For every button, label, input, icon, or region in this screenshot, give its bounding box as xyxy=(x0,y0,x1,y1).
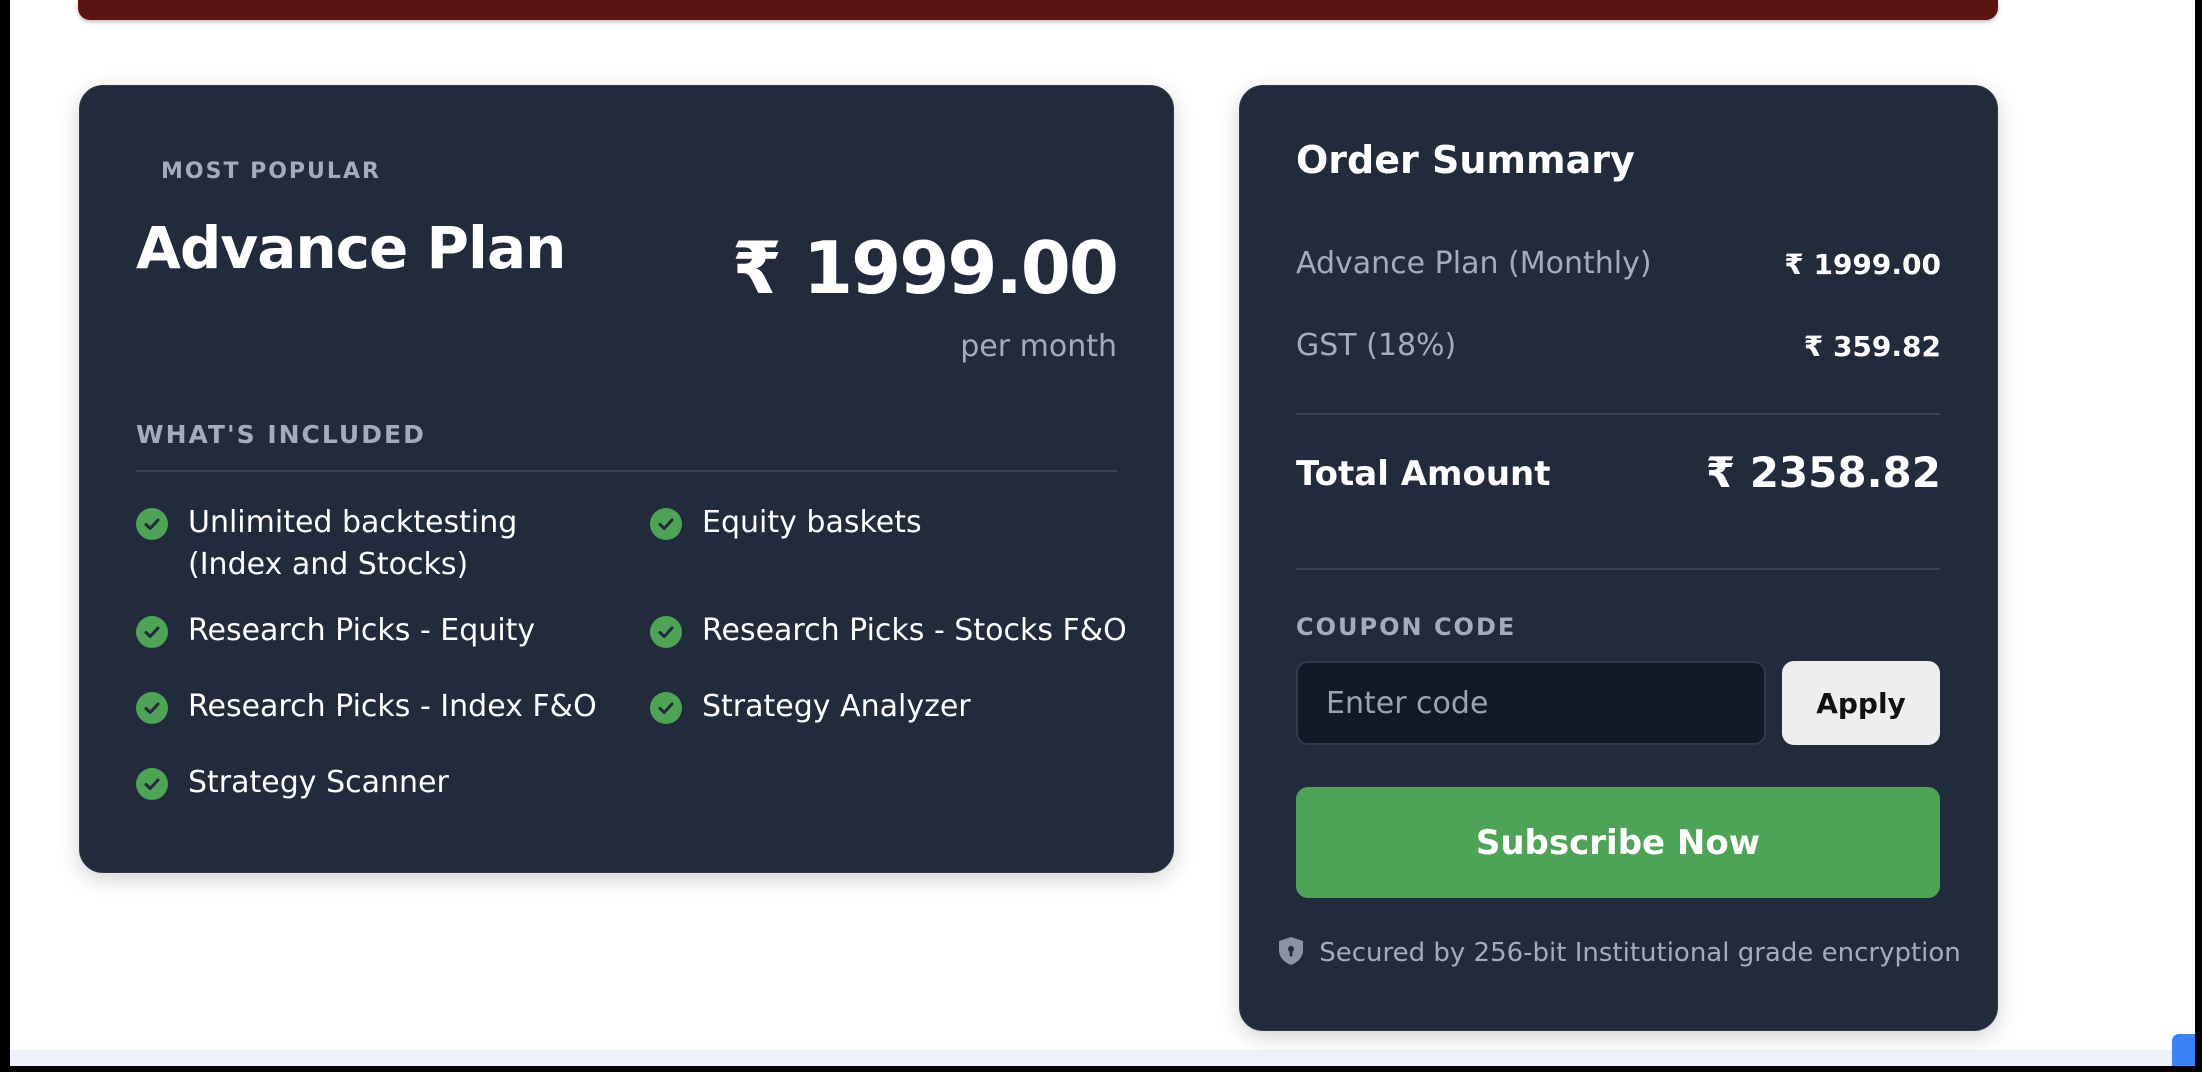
feature-label: Equity baskets xyxy=(702,505,922,540)
security-note: Secured by 256-bit Institutional grade e… xyxy=(1279,936,1961,970)
apply-coupon-button[interactable]: Apply xyxy=(1782,661,1940,745)
check-icon xyxy=(650,508,682,540)
feature-item: Research Picks - Equity xyxy=(136,610,606,652)
total-amount: ₹ 2358.82 xyxy=(1705,448,1941,497)
top-banner xyxy=(78,0,1998,20)
plan-price: ₹ 1999.00 xyxy=(731,226,1119,310)
bottom-border xyxy=(0,1066,2202,1072)
line-item-value: ₹ 1999.00 xyxy=(1784,248,1941,281)
feature-label: Strategy Analyzer xyxy=(702,689,971,724)
plan-card: MOST POPULAR Advance Plan ₹ 1999.00 per … xyxy=(79,85,1174,873)
feature-item: Unlimited backtesting (Index and Stocks) xyxy=(136,502,556,586)
line-item-label: Advance Plan (Monthly) xyxy=(1296,246,1652,281)
order-summary-card: Order Summary Advance Plan (Monthly) ₹ 1… xyxy=(1239,85,1998,1031)
feature-label: Unlimited backtesting (Index and Stocks) xyxy=(188,505,518,582)
feature-item: Research Picks - Stocks F&O xyxy=(650,610,1150,652)
coupon-input[interactable] xyxy=(1296,661,1766,745)
feature-label: Research Picks - Index F&O xyxy=(188,689,597,724)
feature-label: Research Picks - Stocks F&O xyxy=(702,613,1127,648)
whats-included-title: WHAT'S INCLUDED xyxy=(136,420,426,449)
coupon-label: COUPON CODE xyxy=(1296,613,1517,641)
check-icon xyxy=(136,692,168,724)
check-icon xyxy=(136,616,168,648)
feature-item: Research Picks - Index F&O xyxy=(136,686,626,728)
feature-item: Strategy Analyzer xyxy=(650,686,1120,728)
order-summary-title: Order Summary xyxy=(1296,138,1635,182)
feature-label: Strategy Scanner xyxy=(188,765,449,800)
subscribe-button[interactable]: Subscribe Now xyxy=(1296,787,1940,898)
most-popular-badge: MOST POPULAR xyxy=(161,159,381,184)
security-text: Secured by 256-bit Institutional grade e… xyxy=(1319,938,1961,968)
check-icon xyxy=(136,768,168,800)
check-icon xyxy=(650,692,682,724)
summary-divider xyxy=(1296,413,1940,415)
check-icon xyxy=(650,616,682,648)
plan-period: per month xyxy=(960,329,1117,364)
included-divider xyxy=(136,470,1117,472)
total-label: Total Amount xyxy=(1296,454,1551,494)
shield-icon xyxy=(1277,936,1305,970)
feature-item: Equity baskets xyxy=(650,502,1120,544)
tax-value: ₹ 359.82 xyxy=(1803,330,1941,363)
feature-item: Strategy Scanner xyxy=(136,762,606,804)
plan-name: Advance Plan xyxy=(136,214,566,282)
floating-tab[interactable] xyxy=(2172,1034,2195,1066)
tax-label: GST (18%) xyxy=(1296,328,1457,363)
check-icon xyxy=(136,508,168,540)
right-border xyxy=(2195,0,2202,1072)
total-divider xyxy=(1296,568,1940,570)
left-border xyxy=(0,0,10,1072)
feature-label: Research Picks - Equity xyxy=(188,613,536,648)
